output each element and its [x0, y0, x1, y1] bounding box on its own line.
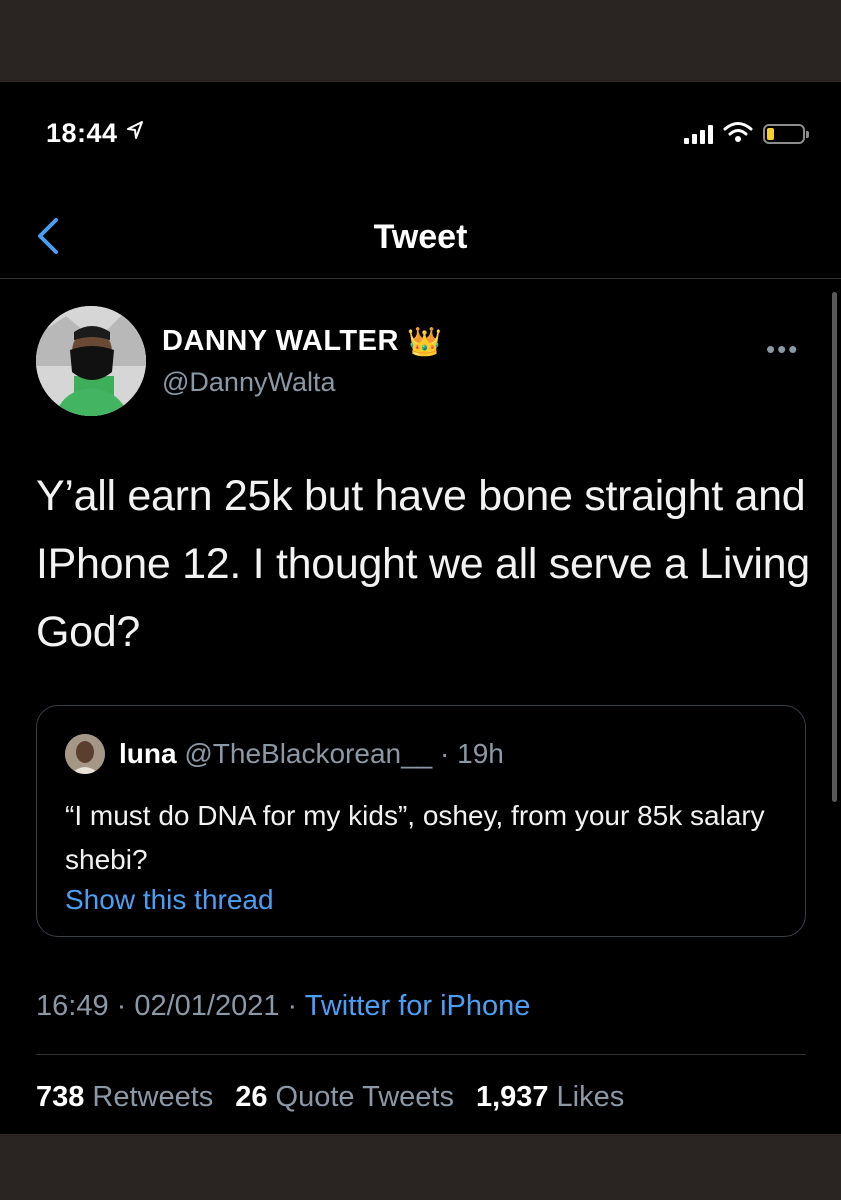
location-arrow-icon: [126, 120, 144, 146]
retweets-label: Retweets: [92, 1081, 214, 1113]
quoted-tweet-card[interactable]: luna @TheBlackorean__ · 19h “I must do D…: [36, 705, 806, 937]
tweet-source-link[interactable]: Twitter for iPhone: [305, 990, 531, 1022]
scrollbar[interactable]: [832, 292, 837, 802]
quoted-time: · 19h: [440, 738, 504, 769]
navigation-bar: Tweet: [0, 192, 841, 279]
status-icons: [684, 120, 809, 148]
likes-stat[interactable]: 1,937 Likes: [476, 1081, 624, 1114]
quote-tweets-count: 26: [235, 1081, 268, 1113]
quoted-tweet-text: “I must do DNA for my kids”, oshey, from…: [65, 800, 765, 875]
wifi-icon: [723, 121, 753, 148]
likes-count: 1,937: [475, 1081, 549, 1113]
battery-level-fill: [767, 128, 774, 140]
status-time-text: 18:44: [46, 118, 118, 148]
quoted-avatar[interactable]: [65, 734, 105, 774]
cellular-signal-icon: [684, 124, 713, 144]
tweet-stats: 738 Retweets 26 Quote Tweets 1,937 Likes: [36, 1081, 624, 1114]
phone-screen: 18:44 Tweet DANNY WALTER 👑 @DannyWalta •…: [0, 82, 841, 1134]
more-options-icon[interactable]: •••: [766, 334, 799, 365]
retweets-stat[interactable]: 738 Retweets: [36, 1081, 213, 1114]
avatar[interactable]: [36, 306, 146, 416]
quote-tweets-label: Quote Tweets: [275, 1081, 454, 1113]
divider: [36, 1054, 806, 1055]
show-thread-link[interactable]: Show this thread: [65, 884, 274, 916]
page-title: Tweet: [373, 218, 468, 256]
tweet-timestamp: 16:49 · 02/01/2021 ·: [36, 990, 298, 1022]
crown-icon: 👑: [406, 326, 443, 357]
author-name-text: DANNY WALTER: [162, 325, 399, 357]
author-name[interactable]: DANNY WALTER 👑: [162, 325, 442, 358]
quoted-author-handle: @TheBlackorean__: [184, 738, 433, 769]
quote-tweets-stat[interactable]: 26 Quote Tweets: [235, 1081, 454, 1114]
tweet-text: Y’all earn 25k but have bone straight an…: [36, 472, 810, 656]
status-time: 18:44: [46, 118, 144, 149]
likes-label: Likes: [556, 1081, 625, 1113]
retweets-count: 738: [36, 1081, 85, 1113]
tweet-meta: 16:49 · 02/01/2021 · Twitter for iPhone: [36, 990, 530, 1023]
battery-icon: [763, 124, 809, 144]
quoted-header: luna @TheBlackorean__ · 19h: [119, 738, 504, 770]
quoted-author-name: luna: [119, 738, 177, 769]
author-handle[interactable]: @DannyWalta: [162, 367, 335, 398]
